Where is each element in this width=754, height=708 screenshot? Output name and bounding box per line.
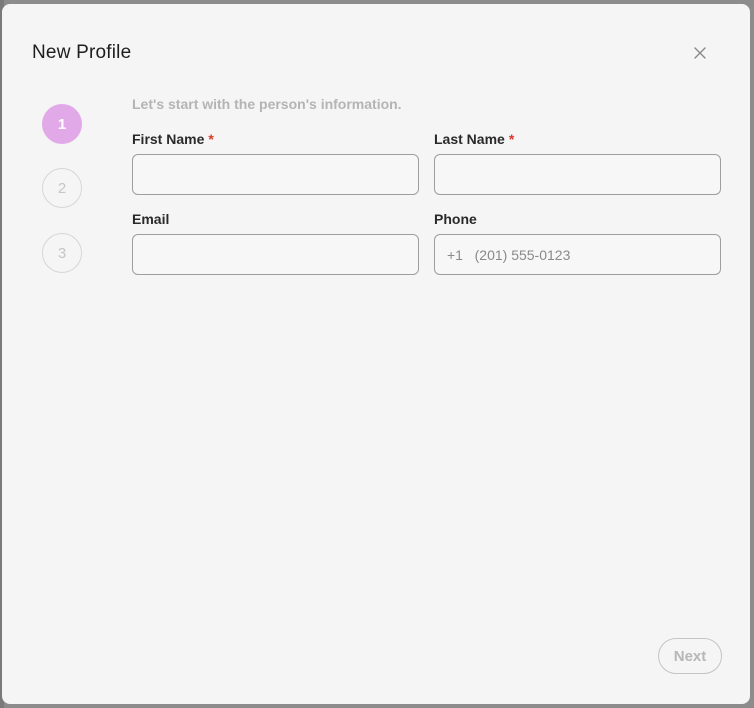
email-input[interactable] xyxy=(132,234,419,275)
required-marker: * xyxy=(508,131,515,147)
phone-input[interactable] xyxy=(434,234,721,275)
last-name-input[interactable] xyxy=(434,154,721,195)
step-intro-text: Let's start with the person's informatio… xyxy=(132,96,402,112)
new-profile-dialog: New Profile 1 2 3 Let's start with the p… xyxy=(2,4,750,704)
first-name-input[interactable] xyxy=(132,154,419,195)
step-2[interactable]: 2 xyxy=(42,168,82,208)
first-name-label: First Name * xyxy=(132,131,214,147)
last-name-label-text: Last Name xyxy=(434,131,505,147)
required-marker: * xyxy=(208,131,214,147)
next-button[interactable]: Next xyxy=(658,638,722,674)
dialog-title: New Profile xyxy=(32,42,132,63)
first-name-label-text: First Name xyxy=(132,131,205,147)
step-1[interactable]: 1 xyxy=(42,104,82,144)
last-name-label: Last Name * xyxy=(434,131,514,147)
close-button[interactable] xyxy=(690,43,710,63)
close-icon xyxy=(694,47,706,59)
phone-label: Phone xyxy=(434,211,477,227)
step-3[interactable]: 3 xyxy=(42,233,82,273)
email-label: Email xyxy=(132,211,170,227)
